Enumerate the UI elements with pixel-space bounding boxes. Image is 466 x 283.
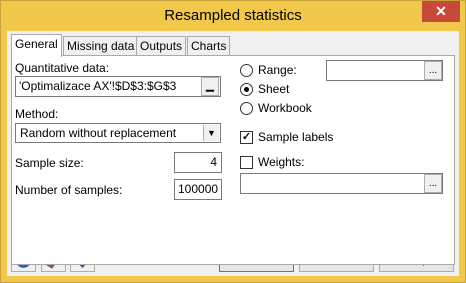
tab-outputs[interactable]: Outputs — [136, 36, 187, 56]
sheet-radio[interactable] — [240, 83, 253, 96]
quantitative-data-field[interactable]: 'Optimalizace AX'!$D$3:$G$3 — [15, 76, 221, 97]
workbook-radio[interactable] — [240, 102, 253, 115]
workbook-radio-label: Workbook — [258, 101, 312, 115]
range-radio[interactable] — [240, 64, 253, 77]
weights-field[interactable] — [240, 173, 443, 194]
quantitative-data-value: 'Optimalizace AX'!$D$3:$G$3 — [19, 79, 177, 93]
quantitative-data-label: Quantitative data: — [15, 61, 110, 75]
weights-browse-button[interactable]: ... — [424, 174, 442, 193]
number-of-samples-field[interactable]: 100000 — [174, 179, 222, 200]
method-label: Method: — [15, 107, 59, 121]
sheet-radio-label: Sheet — [258, 82, 290, 96]
weights-checkbox[interactable] — [240, 156, 253, 169]
dialog-window: Resampled statistics ✕ General Missing d… — [0, 0, 466, 283]
sample-labels-label: Sample labels — [258, 130, 334, 144]
tab-missing-data[interactable]: Missing data — [63, 36, 139, 56]
select-range-button[interactable]: ▁ — [201, 77, 219, 96]
method-select[interactable]: Random without replacement ▼ — [15, 123, 221, 143]
close-button[interactable]: ✕ — [422, 1, 460, 22]
general-panel: Quantitative data: 'Optimalizace AX'!$D$… — [11, 55, 455, 265]
title-bar: Resampled statistics ✕ — [1, 1, 465, 31]
window-title: Resampled statistics — [164, 7, 302, 24]
weights-label: Weights: — [258, 155, 305, 169]
chevron-down-icon: ▼ — [203, 125, 219, 141]
sample-labels-checkbox[interactable]: ✓ — [240, 131, 253, 144]
method-value: Random without replacement — [20, 126, 177, 140]
sample-size-field[interactable]: 4 — [174, 152, 222, 173]
tab-general[interactable]: General — [11, 34, 62, 57]
range-browse-button[interactable]: ... — [424, 61, 442, 80]
range-radio-label: Range: — [258, 63, 297, 77]
tab-charts[interactable]: Charts — [187, 36, 231, 56]
dialog-body: General Missing data Outputs Charts Quan… — [7, 31, 459, 276]
number-of-samples-label: Number of samples: — [15, 183, 123, 197]
sample-size-label: Sample size: — [15, 156, 84, 170]
